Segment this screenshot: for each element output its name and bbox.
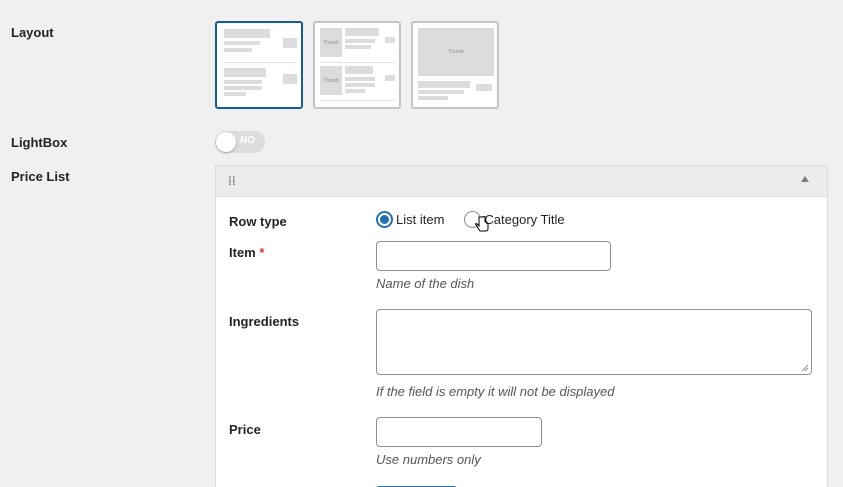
layout-preview-thumb: Thumb <box>418 28 494 76</box>
layout-preview-divider <box>320 62 396 63</box>
toggle-state-text: NO <box>240 135 255 146</box>
layout-preview-line <box>418 96 448 100</box>
item-input[interactable] <box>376 241 611 271</box>
radio-category-title[interactable]: Category Title <box>464 211 565 228</box>
layout-label: Layout <box>11 25 54 40</box>
price-list-row-panel: ⁞⁞ Row type List item Category Title Ite… <box>215 165 828 487</box>
layout-preview-thumb: Thumb <box>320 66 342 95</box>
lightbox-toggle[interactable]: NO <box>215 131 265 153</box>
layout-preview-block <box>418 81 470 88</box>
layout-preview-line <box>224 92 246 96</box>
layout-option-list[interactable] <box>215 21 303 109</box>
clipped-top-row <box>0 0 843 2</box>
item-label-text: Item <box>229 245 256 260</box>
drag-handle-icon[interactable]: ⁞⁞ <box>228 174 236 188</box>
layout-preview-line <box>224 86 262 90</box>
layout-option-grid-thumb[interactable]: Thumb <box>411 21 499 109</box>
layout-preview-line <box>224 48 252 52</box>
layout-options: Thumb Thumb Thumb <box>215 21 499 109</box>
layout-preview-price <box>385 75 395 81</box>
layout-preview-block <box>224 29 270 38</box>
ingredients-textarea[interactable] <box>376 309 812 375</box>
row-type-label: Row type <box>229 214 287 229</box>
layout-preview-line <box>345 45 371 49</box>
collapse-arrow-icon[interactable] <box>801 176 809 182</box>
ingredients-hint: If the field is empty it will not be dis… <box>376 384 615 399</box>
layout-preview-price <box>283 38 297 48</box>
layout-preview-thumb: Thumb <box>320 28 342 57</box>
layout-preview-divider <box>223 62 297 63</box>
layout-preview-line <box>345 83 375 87</box>
layout-preview-block <box>224 68 266 77</box>
layout-preview-line <box>345 77 375 81</box>
price-list-label: Price List <box>11 169 70 184</box>
settings-page: Layout Thumb Thumb Thumb LightBox NO Pri… <box>0 0 843 487</box>
price-hint: Use numbers only <box>376 452 481 467</box>
item-hint: Name of the dish <box>376 276 475 291</box>
layout-preview-line <box>224 41 260 45</box>
price-label: Price <box>229 422 261 437</box>
layout-preview-line <box>345 39 375 43</box>
toggle-knob <box>216 132 236 152</box>
layout-preview-block <box>345 28 379 36</box>
layout-preview-block <box>345 66 373 74</box>
layout-preview-line <box>418 90 464 94</box>
layout-preview-price <box>476 84 492 91</box>
radio-list-item[interactable]: List item <box>376 211 444 228</box>
lightbox-label: LightBox <box>11 135 68 150</box>
layout-option-list-thumb[interactable]: Thumb Thumb <box>313 21 401 109</box>
radio-unchecked-icon <box>464 211 482 228</box>
layout-preview-divider <box>320 100 396 101</box>
price-input[interactable] <box>376 417 542 447</box>
radio-list-item-label: List item <box>396 212 445 227</box>
required-asterisk: * <box>259 245 265 260</box>
layout-preview-price <box>283 74 297 84</box>
ingredients-label: Ingredients <box>229 314 300 329</box>
row-type-radio-group: List item Category Title <box>376 211 585 228</box>
layout-preview-line <box>345 89 365 93</box>
radio-checked-icon <box>376 211 393 228</box>
resize-grip-icon[interactable] <box>801 364 809 372</box>
layout-preview-price <box>385 37 395 43</box>
item-label: Item * <box>229 245 264 260</box>
row-panel-header: ⁞⁞ <box>216 166 827 197</box>
layout-preview-line <box>224 80 262 84</box>
radio-category-title-label: Category Title <box>484 212 565 227</box>
